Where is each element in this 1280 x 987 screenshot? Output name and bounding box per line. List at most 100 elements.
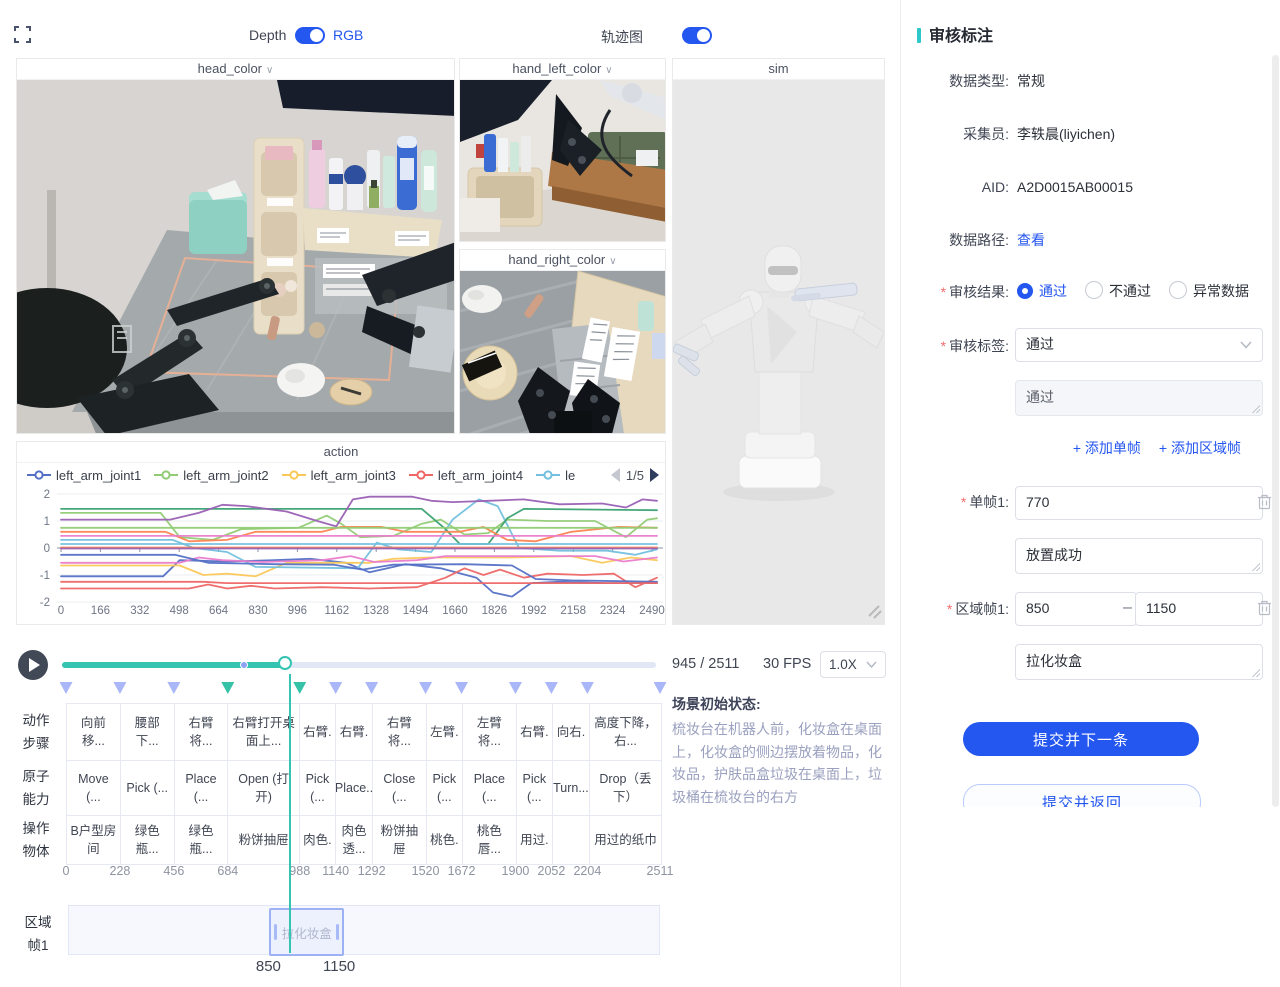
steps-cell: Pick (... — [121, 761, 174, 816]
radio-abnormal-label[interactable]: 异常数据 — [1193, 283, 1249, 299]
hand-left-camera-title[interactable]: hand_left_color∨ — [460, 59, 665, 80]
timeline-marker[interactable] — [60, 682, 73, 694]
tag-select[interactable]: 通过 — [1015, 328, 1263, 362]
head-camera-title[interactable]: head_color∨ — [17, 59, 454, 80]
delete-region-frame-icon[interactable] — [1257, 600, 1272, 621]
radio-pass[interactable] — [1017, 283, 1033, 299]
svg-text:0: 0 — [44, 543, 50, 555]
timeline-marker[interactable] — [455, 682, 468, 694]
add-links: + 添加单帧 + 添加区域帧 — [1017, 438, 1241, 458]
timeline-marker[interactable] — [293, 682, 306, 694]
steps-cell: 右臂. — [517, 704, 552, 761]
data-path-link[interactable]: 查看 — [1017, 230, 1045, 250]
timeline-marker[interactable] — [654, 682, 667, 694]
timeline-marker[interactable] — [509, 682, 522, 694]
steps-cell: Place (... — [175, 761, 228, 816]
steps-cell: 高度下降，右... — [590, 704, 661, 761]
frame-axis: 0228456684988114012921520167219002052220… — [0, 864, 900, 880]
frame-axis-label: 456 — [163, 864, 184, 878]
add-single-frame-link[interactable]: + 添加单帧 — [1073, 438, 1141, 458]
region-right-handle[interactable] — [336, 924, 339, 940]
radio-pass-label[interactable]: 通过 — [1039, 283, 1067, 299]
radio-abnormal[interactable] — [1169, 281, 1187, 299]
steps-cell: 肉色. — [300, 816, 335, 864]
play-button[interactable] — [18, 650, 48, 680]
frame-axis-label: 1900 — [502, 864, 530, 878]
timeline-marker[interactable] — [365, 682, 378, 694]
depth-label: Depth — [249, 27, 286, 43]
submit-next-button[interactable]: 提交并下一条 — [963, 722, 1199, 756]
row-label-object: 操作物体 — [20, 818, 52, 864]
speed-select[interactable]: 1.0X — [820, 651, 886, 678]
head-camera-panel: head_color∨ — [16, 58, 455, 434]
svg-text:332: 332 — [130, 605, 149, 617]
svg-text:2490: 2490 — [639, 605, 665, 617]
collector-value: 李轶晨(liyichen) — [1017, 124, 1115, 144]
playback-slider[interactable] — [62, 662, 656, 668]
fullscreen-icon[interactable] — [14, 26, 31, 43]
radio-fail-label[interactable]: 不通过 — [1109, 283, 1151, 299]
timeline-marker[interactable] — [581, 682, 594, 694]
legend-next-icon[interactable] — [650, 468, 659, 482]
playhead-line[interactable] — [289, 674, 291, 953]
timeline-marker[interactable] — [221, 682, 234, 694]
frame-axis-label: 1292 — [358, 864, 386, 878]
single-frame-desc-textarea[interactable]: 放置成功 — [1015, 538, 1263, 574]
action-chart-plot: 210-1-2016633249866483099611621328149416… — [17, 487, 666, 625]
steps-column: 高度下降，右...Drop（丢下）用过的纸巾 — [590, 704, 661, 864]
add-region-frame-link[interactable]: + 添加区域帧 — [1159, 438, 1241, 458]
steps-cell: 绿色瓶... — [175, 816, 228, 864]
timeline-marker[interactable] — [113, 682, 126, 694]
trajectory-toggle[interactable] — [682, 27, 712, 44]
chevron-down-icon: ∨ — [605, 65, 612, 76]
steps-cell: B户型房间 — [67, 816, 120, 864]
svg-text:1826: 1826 — [482, 605, 508, 617]
legend-item[interactable]: left_arm_joint2 — [154, 468, 268, 483]
scrollbar[interactable] — [1272, 55, 1279, 807]
svg-text:1162: 1162 — [324, 605, 349, 617]
timeline-marker[interactable] — [545, 682, 558, 694]
chevron-down-icon — [866, 661, 877, 668]
region-left-handle[interactable] — [274, 924, 277, 940]
steps-column: 向右.Turn... — [553, 704, 590, 864]
legend-item[interactable]: le — [536, 468, 575, 483]
data-type-value: 常规 — [1017, 71, 1045, 91]
data-path-label: 数据路径: — [901, 230, 1009, 250]
legend-item[interactable]: left_arm_joint4 — [409, 468, 523, 483]
timeline-marker[interactable] — [329, 682, 342, 694]
region-track-bar[interactable]: 拉化妆盒 — [68, 905, 660, 955]
steps-cell: 腰部下... — [121, 704, 174, 761]
radio-fail[interactable] — [1085, 281, 1103, 299]
timeline-marker[interactable] — [167, 682, 180, 694]
legend-item[interactable]: left_arm_joint1 — [27, 468, 141, 483]
steps-cell: 左臂将... — [463, 704, 516, 761]
delete-single-frame-icon[interactable] — [1257, 494, 1272, 515]
steps-column: 右臂将...Close (...粉饼抽屉 — [373, 704, 427, 864]
region-start-input[interactable]: 850 — [1015, 592, 1137, 626]
region-frame-desc-textarea[interactable]: 拉化妆盒 — [1015, 644, 1263, 680]
frame-axis-label: 1520 — [412, 864, 440, 878]
frame-counter: 945 / 2511 — [672, 656, 739, 672]
region-end-input[interactable]: 1150 — [1135, 592, 1263, 626]
steps-column: 左臂将...Place (...桃色唇... — [463, 704, 517, 864]
title-accent-bar — [917, 28, 921, 43]
frame-axis-label: 988 — [289, 864, 310, 878]
tag-note-textarea[interactable]: 通过 — [1015, 380, 1263, 416]
region-frame-block[interactable]: 拉化妆盒 — [269, 908, 344, 956]
legend-item[interactable]: left_arm_joint3 — [282, 468, 396, 483]
slider-handle[interactable] — [278, 656, 292, 670]
head-camera-image — [17, 80, 455, 434]
svg-text:-1: -1 — [40, 570, 50, 582]
submit-back-button[interactable]: 提交并返回 — [963, 784, 1201, 807]
timeline-marker[interactable] — [419, 682, 432, 694]
steps-cell: Pick (... — [300, 761, 335, 816]
steps-column: 右臂.Pick (...用过. — [517, 704, 553, 864]
svg-text:0: 0 — [58, 605, 64, 617]
legend-prev-icon[interactable] — [611, 468, 620, 482]
single-frame-input[interactable]: 770 — [1015, 486, 1263, 520]
svg-text:166: 166 — [91, 605, 110, 617]
frame-axis-label: 1140 — [322, 864, 349, 878]
depth-rgb-toggle[interactable] — [295, 27, 325, 44]
hand-right-camera-title[interactable]: hand_right_color∨ — [460, 250, 665, 271]
steps-cell: 右臂. — [300, 704, 335, 761]
